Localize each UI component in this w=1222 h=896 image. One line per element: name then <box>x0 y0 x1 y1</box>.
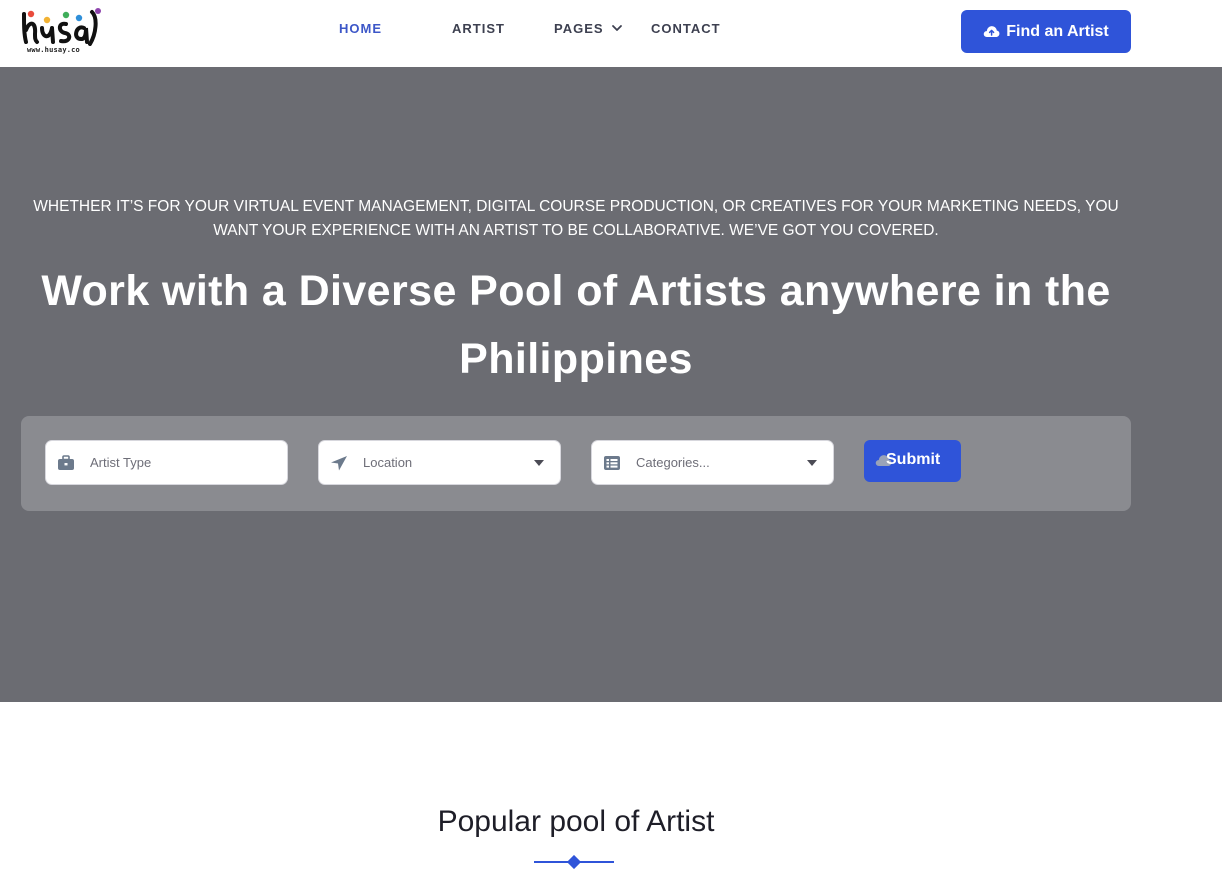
chevron-down-icon <box>612 25 622 31</box>
popular-title: Popular pool of Artist <box>437 805 715 838</box>
nav-contact[interactable]: CONTACT <box>651 21 721 39</box>
brand-logo[interactable]: www.husay.co <box>20 6 102 56</box>
location-selected-value: Location <box>363 455 413 470</box>
find-artist-label: Find an Artist <box>1006 22 1109 40</box>
categories-select[interactable]: Categories... <box>591 440 834 485</box>
diamond-divider <box>534 855 614 869</box>
location-arrow-icon <box>331 456 347 471</box>
caret-down-icon <box>807 460 817 466</box>
search-submit-button[interactable]: Submit <box>864 440 961 482</box>
categories-selected-value: Categories... <box>636 455 710 470</box>
artist-type-field[interactable] <box>45 440 288 485</box>
cloud-upload-icon <box>983 26 1000 37</box>
find-artist-button[interactable]: Find an Artist <box>961 10 1131 53</box>
hero-title: Work with a Diverse Pool of Artists anyw… <box>41 267 1111 383</box>
caret-down-icon <box>534 460 544 466</box>
hero-section: WHETHER IT’S FOR YOUR VIRTUAL EVENT MANA… <box>0 67 1222 702</box>
location-select[interactable]: Location <box>318 440 561 485</box>
hero-lead-text: WHETHER IT’S FOR YOUR VIRTUAL EVENT MANA… <box>33 198 1119 239</box>
briefcase-icon <box>58 455 74 470</box>
husay-logo-mark <box>22 8 101 46</box>
artist-type-input[interactable] <box>90 441 250 484</box>
submit-label: Submit <box>886 451 941 468</box>
logo-url-text: www.husay.co <box>27 46 80 54</box>
nav-pages[interactable]: PAGES <box>554 21 622 39</box>
nav-pages-label: PAGES <box>554 21 604 36</box>
nav-artist[interactable]: ARTIST <box>452 21 505 39</box>
site-header: www.husay.co HOME ARTIST PAGES CONTACT F… <box>0 0 1222 67</box>
nav-home[interactable]: HOME <box>339 21 382 39</box>
artist-search-form: Location Categories... Submit <box>21 416 1131 511</box>
list-icon <box>604 456 620 470</box>
